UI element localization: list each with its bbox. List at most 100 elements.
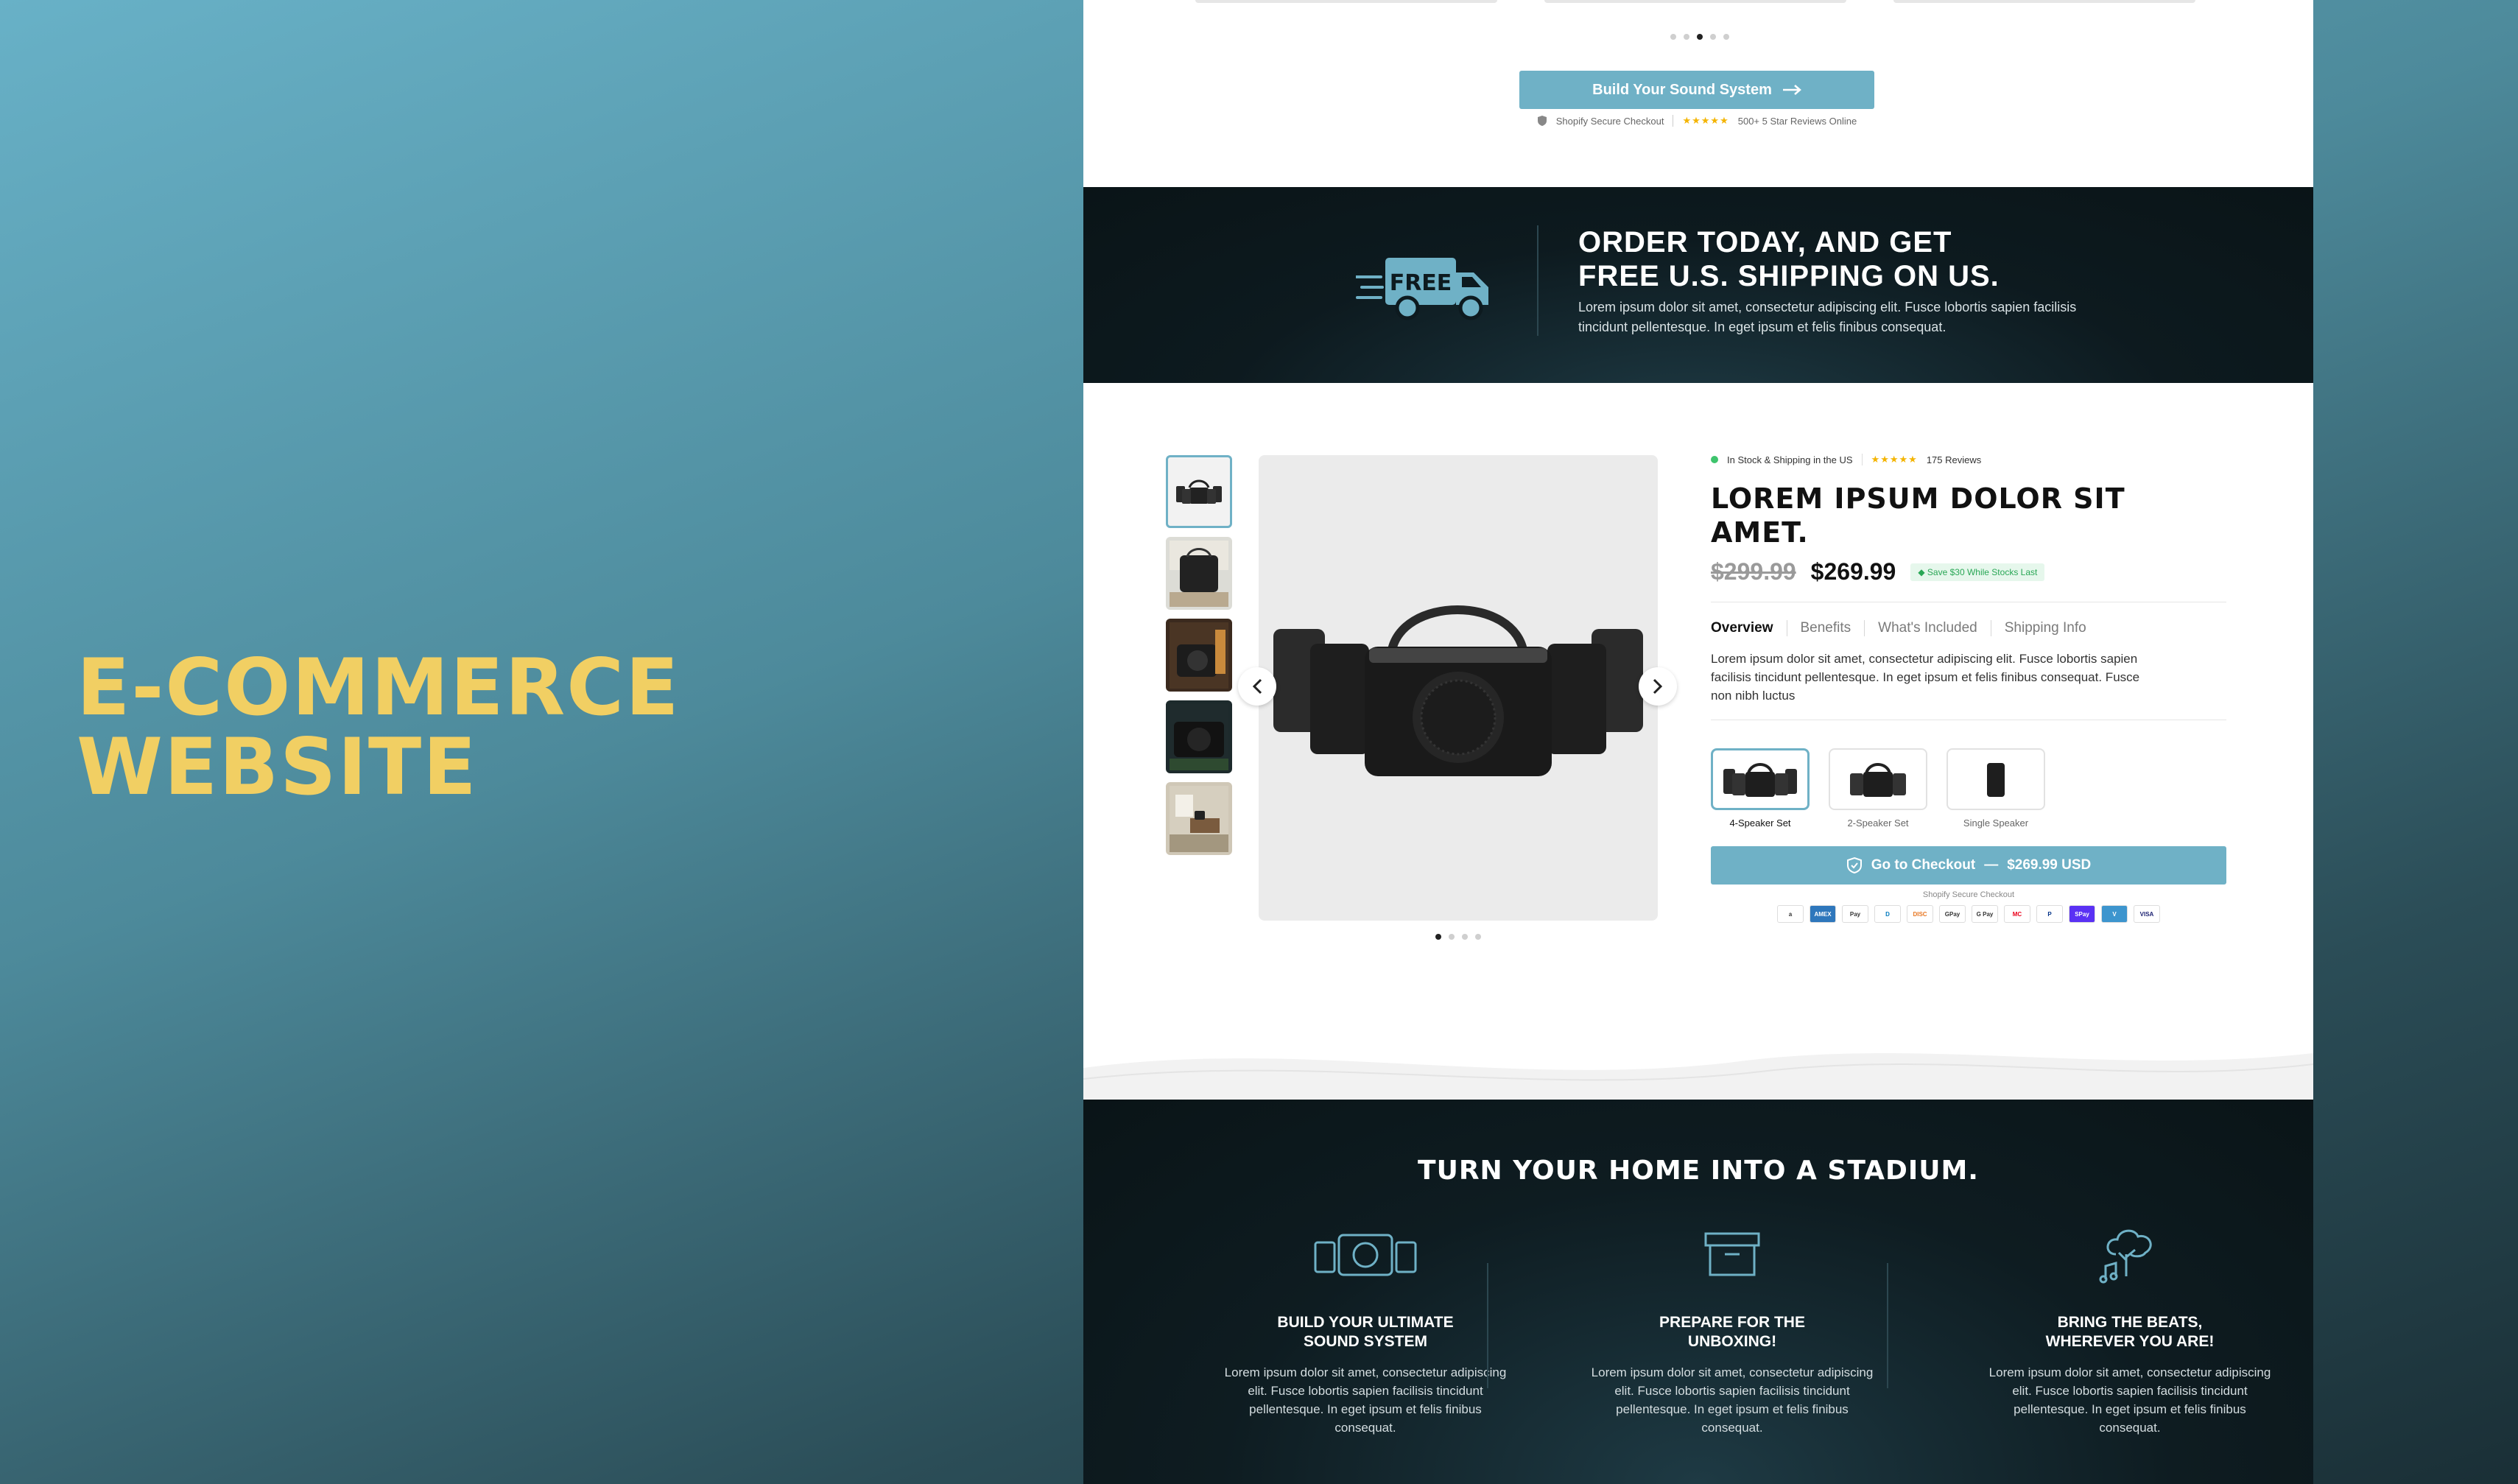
secure-checkout-note: Shopify Secure Checkout [1922, 890, 2015, 899]
variant-label: 2-Speaker Set [1847, 817, 1909, 829]
review-count[interactable]: 175 Reviews [1927, 454, 1981, 465]
checkout-dash: — [1984, 857, 1999, 873]
chevron-right-icon [1653, 678, 1663, 694]
chevron-left-icon [1252, 678, 1262, 694]
feature-title: BUILD YOUR ULTIMATE SOUND SYSTEM [1218, 1313, 1513, 1351]
divider [1487, 1263, 1488, 1388]
secure-checkout-text: Shopify Secure Checkout [1555, 115, 1664, 127]
image-dot[interactable] [1462, 934, 1468, 940]
carousel-dot[interactable] [1670, 34, 1676, 40]
feature-title-line-1: PREPARE FOR THE [1659, 1314, 1805, 1331]
feature-title-line-1: BRING THE BEATS, [2057, 1314, 2203, 1331]
google-pay-icon: GPay [1939, 905, 1966, 923]
tab-whats-included[interactable]: What's Included [1864, 620, 1991, 636]
product-card-stub [1195, 0, 1497, 3]
variant-image [1946, 748, 2045, 810]
thumbnail[interactable] [1166, 619, 1232, 692]
build-sound-system-label: Build Your Sound System [1592, 81, 1772, 98]
box-icon [1585, 1225, 1879, 1284]
image-dot[interactable] [1449, 934, 1455, 940]
checkout-label: Go to Checkout [1871, 857, 1976, 873]
variant-image [1711, 748, 1810, 810]
product-card-stub [1544, 0, 1846, 3]
tab-benefits[interactable]: Benefits [1786, 620, 1865, 636]
image-dots[interactable] [1435, 934, 1481, 940]
visa-icon: VISA [2134, 905, 2160, 923]
g-pay-icon: G Pay [1972, 905, 1998, 923]
variant-single-speaker[interactable]: Single Speaker [1946, 748, 2045, 829]
tab-shipping-info[interactable]: Shipping Info [1990, 620, 2100, 636]
in-stock-dot [1711, 456, 1718, 463]
features-section: TURN YOUR HOME INTO A STADIUM. BUILD YOU… [1083, 1100, 2313, 1484]
thumbnail-selected[interactable] [1166, 455, 1232, 528]
star-rating: ★★★★★ [1682, 115, 1729, 126]
carousel-dot[interactable] [1723, 34, 1729, 40]
shield-check-icon [1846, 857, 1862, 874]
trust-row: Shopify Secure Checkout ★★★★★ 500+ 5 Sta… [1519, 115, 1874, 127]
free-truck-icon: FREE [1354, 245, 1496, 329]
variant-image [1829, 748, 1927, 810]
shipping-headline-line-1: ORDER TODAY, AND GET [1578, 226, 1952, 259]
star-rating: ★★★★★ [1871, 454, 1918, 465]
thumbnail[interactable] [1166, 700, 1232, 773]
variant-selector: 4-Speaker Set 2-Speaker Set Single Speak… [1711, 748, 2226, 829]
feature-unboxing: PREPARE FOR THE UNBOXING! Lorem ipsum do… [1585, 1225, 1879, 1437]
shipping-headline: ORDER TODAY, AND GET FREE U.S. SHIPPING … [1578, 225, 2000, 293]
image-dot[interactable] [1475, 934, 1481, 940]
amazon-pay-icon: a [1777, 905, 1804, 923]
product-info: In Stock & Shipping in the US ★★★★★ 175 … [1711, 454, 2226, 923]
carousel-dots[interactable] [1670, 34, 1729, 40]
hero-title-line-2: WEBSITE [77, 722, 478, 812]
price-row: $299.99 $269.99 ◆ Save $30 While Stocks … [1711, 558, 2226, 585]
image-dot-active[interactable] [1435, 934, 1441, 940]
carousel-dot[interactable] [1710, 34, 1716, 40]
feature-text: Lorem ipsum dolor sit amet, consectetur … [1988, 1365, 2271, 1435]
truck-label: FREE [1390, 270, 1452, 296]
thumbnail[interactable] [1166, 537, 1232, 610]
hero-title-line-1: E-COMMERCE [77, 642, 681, 733]
arrow-right-icon [1782, 85, 1801, 95]
feature-title: BRING THE BEATS, WHEREVER YOU ARE! [1983, 1313, 2277, 1351]
shipping-headline-line-2: FREE U.S. SHIPPING ON US. [1578, 260, 2000, 292]
shop-pay-icon: SPay [2069, 905, 2095, 923]
tab-overview[interactable]: Overview [1711, 620, 1787, 636]
product-main-image [1238, 455, 1677, 921]
feature-title-line-2: SOUND SYSTEM [1303, 1333, 1428, 1350]
product-title: LOREM IPSUM DOLOR SIT AMET. [1711, 482, 2125, 549]
carousel-dot[interactable] [1684, 34, 1689, 40]
build-sound-system-button[interactable]: Build Your Sound System [1519, 71, 1874, 109]
mastercard-icon: MC [2004, 905, 2030, 923]
product-card-stub [1893, 0, 2195, 3]
speakers-icon [1218, 1225, 1513, 1284]
diners-club-icon: D [1874, 905, 1901, 923]
divider [1861, 454, 1863, 465]
product-tabs: Overview Benefits What's Included Shippi… [1711, 620, 2226, 636]
divider [1887, 1263, 1888, 1388]
variant-4-speaker[interactable]: 4-Speaker Set [1711, 748, 1810, 829]
variant-label: Single Speaker [1963, 817, 2029, 829]
discover-icon: DISC [1907, 905, 1933, 923]
prev-image-button[interactable] [1238, 667, 1276, 706]
shield-icon [1537, 116, 1547, 126]
website-mockup: Build Your Sound System Shopify Secure C… [1083, 0, 2313, 1484]
product-description: Lorem ipsum dolor sit amet, consectetur … [1711, 652, 2140, 703]
checkout-button[interactable]: Go to Checkout — $269.99 USD [1711, 846, 2226, 885]
feature-build: BUILD YOUR ULTIMATE SOUND SYSTEM Lorem i… [1218, 1225, 1513, 1437]
thumbnail[interactable] [1166, 782, 1232, 855]
variant-label: 4-Speaker Set [1729, 817, 1791, 829]
paypal-icon: P [2036, 905, 2063, 923]
apple-pay-icon: Pay [1842, 905, 1868, 923]
carousel-dot-active[interactable] [1697, 34, 1703, 40]
stock-text: In Stock & Shipping in the US [1727, 454, 1853, 465]
next-image-button[interactable] [1639, 667, 1677, 706]
free-shipping-banner: FREE ORDER TODAY, AND GET FREE U.S. SHIP… [1083, 187, 2313, 383]
hero-title: E-COMMERCE WEBSITE [77, 648, 681, 807]
features-headline: TURN YOUR HOME INTO A STADIUM. [1418, 1156, 1979, 1186]
feature-title: PREPARE FOR THE UNBOXING! [1585, 1313, 1879, 1351]
feature-title-line-1: BUILD YOUR ULTIMATE [1277, 1314, 1454, 1331]
tag-icon: ◆ [1918, 566, 1925, 577]
amex-icon: AMEX [1810, 905, 1836, 923]
feature-text: Lorem ipsum dolor sit amet, consectetur … [1591, 1365, 1874, 1435]
variant-2-speaker[interactable]: 2-Speaker Set [1829, 748, 1927, 829]
wave-divider [1083, 1053, 2313, 1100]
